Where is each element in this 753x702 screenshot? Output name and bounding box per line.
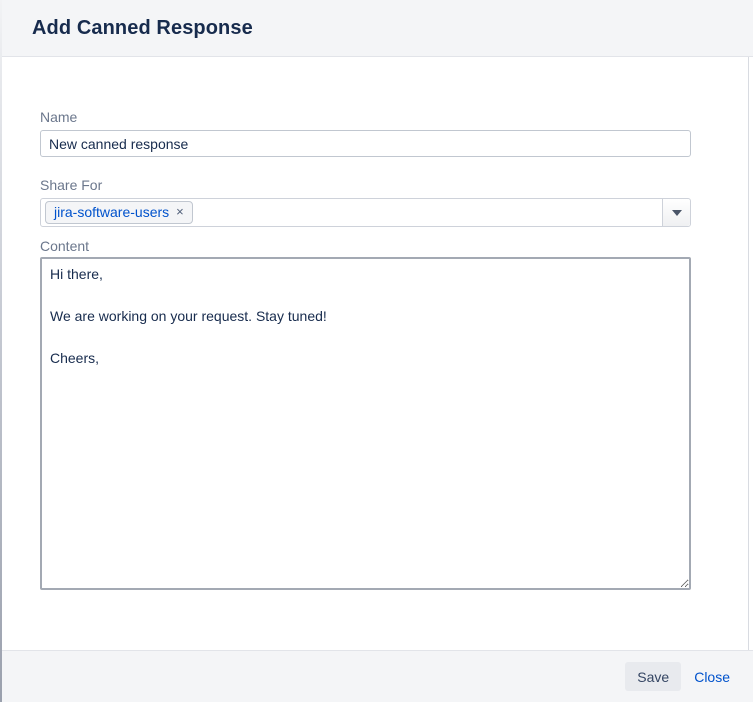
add-canned-response-dialog: Add Canned Response Name Share For jira-… [0, 0, 753, 702]
content-label: Content [40, 238, 691, 254]
chevron-down-icon [672, 210, 682, 216]
dialog-body: Name Share For jira-software-users × Con… [0, 57, 753, 595]
share-for-select[interactable]: jira-software-users × [40, 198, 691, 227]
save-button[interactable]: Save [625, 662, 681, 691]
dialog-title: Add Canned Response [32, 17, 253, 40]
share-for-dropdown-button[interactable] [662, 199, 690, 226]
share-for-tag: jira-software-users × [45, 201, 193, 224]
content-field-group: Content Hi there, We are working on your… [40, 238, 691, 595]
name-input[interactable] [40, 130, 691, 157]
name-field-group: Name [40, 109, 691, 157]
dialog-left-edge [0, 0, 2, 702]
dialog-footer: Save Close [0, 650, 753, 702]
content-textarea[interactable]: Hi there, We are working on your request… [40, 257, 691, 590]
name-label: Name [40, 109, 691, 125]
tag-label: jira-software-users [54, 203, 169, 221]
share-for-label: Share For [40, 177, 691, 193]
share-for-field-group: Share For jira-software-users × [40, 177, 691, 227]
close-link[interactable]: Close [694, 669, 730, 685]
dialog-right-edge [748, 57, 749, 650]
tag-remove-icon[interactable]: × [176, 203, 184, 221]
dialog-header: Add Canned Response [0, 0, 753, 57]
